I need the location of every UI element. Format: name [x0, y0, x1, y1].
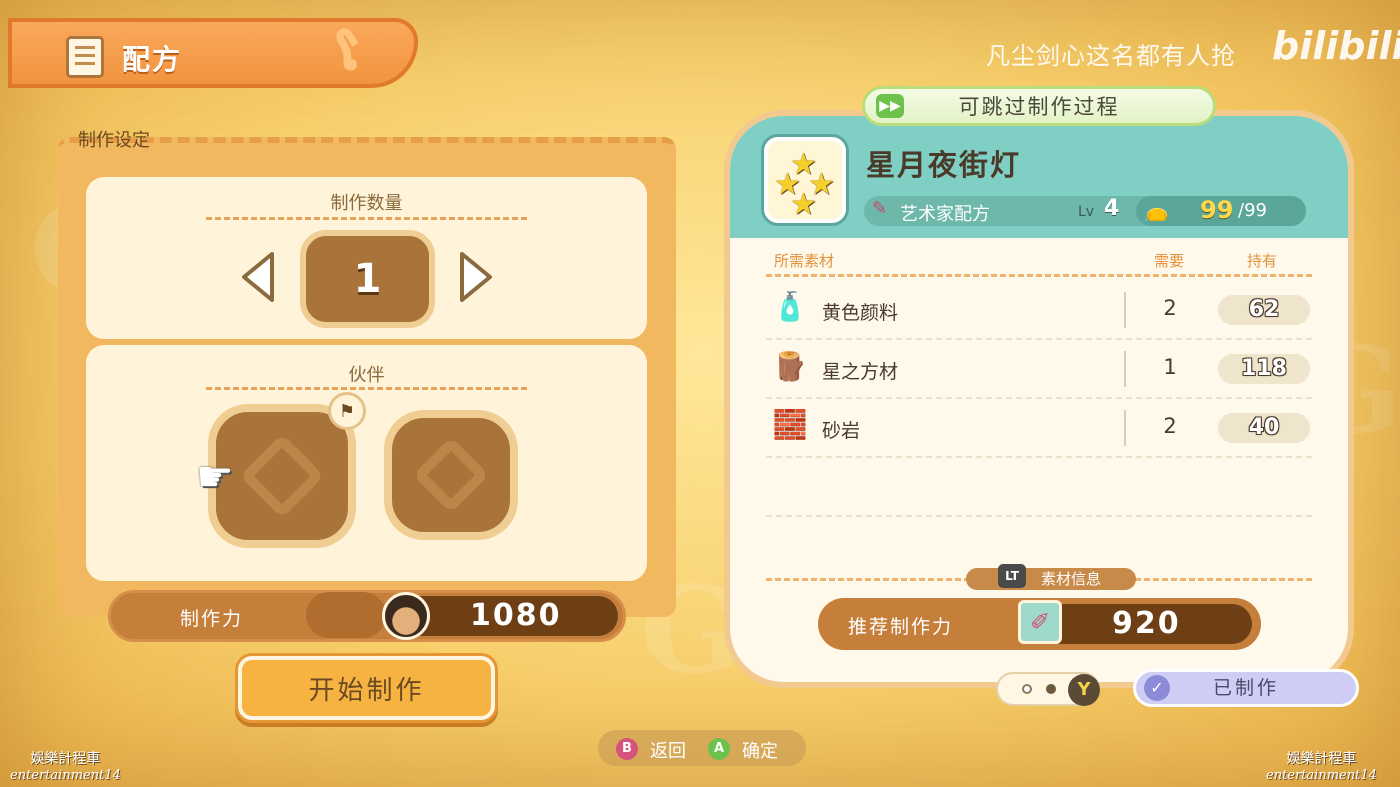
- check-icon: ✓: [1144, 675, 1170, 701]
- skip-process-badge: 可跳过制作过程: [862, 86, 1216, 126]
- watermark-cn: 娛樂計程車: [30, 751, 101, 767]
- divider: [206, 217, 527, 220]
- pointer-hand-icon: ☛: [196, 452, 234, 501]
- page-dot: [1022, 684, 1032, 694]
- video-watermark: 凡尘剑心这名都有人抢: [986, 42, 1236, 70]
- recommended-power-label: 推荐制作力: [848, 616, 954, 638]
- arrow-left-icon: [242, 252, 274, 302]
- bilibili-logo: bilibili: [1272, 24, 1400, 68]
- corner-watermark-right: 娛樂計程車 entertainment14: [1266, 748, 1377, 783]
- page-dot-active: [1046, 684, 1056, 694]
- quantity-title: 制作数量: [330, 193, 403, 214]
- decrease-quantity-button[interactable]: [238, 250, 278, 304]
- sandstone-icon: 🧱: [772, 408, 808, 441]
- power-bar-shade: [306, 592, 386, 638]
- b-button-icon: B: [616, 738, 638, 760]
- avatar: [382, 592, 430, 640]
- star-icon: ★: [790, 187, 817, 222]
- a-button-icon: A: [708, 738, 730, 760]
- emblem-icon: [412, 436, 490, 514]
- partner-box: 伙伴: [86, 345, 647, 581]
- star-lumber-icon: 🪵: [772, 350, 808, 383]
- back-hint[interactable]: 返回: [650, 737, 686, 763]
- divider: [206, 387, 527, 390]
- material-have: 62: [1218, 295, 1310, 325]
- material-name: 砂岩: [822, 420, 861, 442]
- material-info-button[interactable]: 素材信息: [966, 568, 1136, 590]
- material-name: 星之方材: [822, 361, 899, 383]
- watermark-cn: 娛樂計程車: [1286, 751, 1357, 767]
- confirm-hint[interactable]: 确定: [742, 737, 778, 763]
- level-value: 4: [1104, 196, 1120, 221]
- material-need: 2: [1163, 296, 1177, 320]
- material-have: 118: [1218, 354, 1310, 384]
- material-need: 1: [1163, 355, 1177, 379]
- quantity-display: 1: [300, 230, 435, 328]
- brush-icon: ✎: [872, 198, 888, 219]
- stock-current: 99: [1200, 196, 1234, 224]
- arrow-right-icon: [460, 252, 492, 302]
- yellow-paint-icon: 🧴: [772, 290, 808, 323]
- swirl-ornament-icon: ໂ: [338, 30, 361, 81]
- divider: [766, 274, 1312, 277]
- divider: [766, 515, 1312, 517]
- divider: [1124, 410, 1126, 446]
- divider: [1124, 292, 1126, 328]
- partner-slot-2[interactable]: [384, 410, 518, 540]
- craft-power-label: 制作力: [180, 608, 244, 630]
- emblem-icon: [239, 433, 325, 519]
- y-button-icon[interactable]: Y: [1068, 674, 1100, 706]
- craft-power-value: 1080: [470, 598, 562, 633]
- flag-icon: ⚑: [328, 392, 366, 430]
- recipe-type: 艺术家配方: [900, 204, 990, 225]
- partner-title: 伙伴: [348, 365, 385, 386]
- material-name: 黄色颜料: [822, 302, 899, 324]
- divider: [766, 397, 1312, 399]
- corner-watermark-left: 娛樂計程車 entertainment14: [10, 748, 121, 783]
- recommended-power-value: 920: [1112, 606, 1181, 641]
- col-have: 持有: [1247, 252, 1278, 270]
- start-craft-button[interactable]: 开始制作: [238, 656, 495, 720]
- material-have: 40: [1218, 413, 1310, 443]
- divider: [766, 338, 1312, 340]
- page-title: 配方: [122, 43, 183, 76]
- lt-button-icon: LT: [998, 564, 1026, 588]
- col-materials: 所需素材: [774, 252, 835, 270]
- recipe-icon: ★ ★ ★ ★: [764, 137, 846, 223]
- recipe-book-icon: [66, 36, 104, 78]
- watermark-en: entertainment14: [1266, 768, 1377, 783]
- divider: [766, 456, 1312, 458]
- material-need: 2: [1163, 414, 1177, 438]
- quantity-value: 1: [353, 256, 382, 302]
- col-need: 需要: [1154, 252, 1185, 270]
- recipe-name: 星月夜街灯: [866, 148, 1022, 182]
- fast-forward-icon: ▶▶: [876, 94, 904, 118]
- bag-icon: 👝: [1144, 198, 1169, 222]
- divider: [1124, 351, 1126, 387]
- level-label: Lv: [1078, 204, 1095, 220]
- stock-max: /99: [1238, 200, 1267, 221]
- craft-settings-label: 制作设定: [78, 130, 150, 151]
- increase-quantity-button[interactable]: [456, 250, 496, 304]
- watermark-en: entertainment14: [10, 768, 121, 783]
- paintbrush-icon: ✐: [1018, 600, 1062, 644]
